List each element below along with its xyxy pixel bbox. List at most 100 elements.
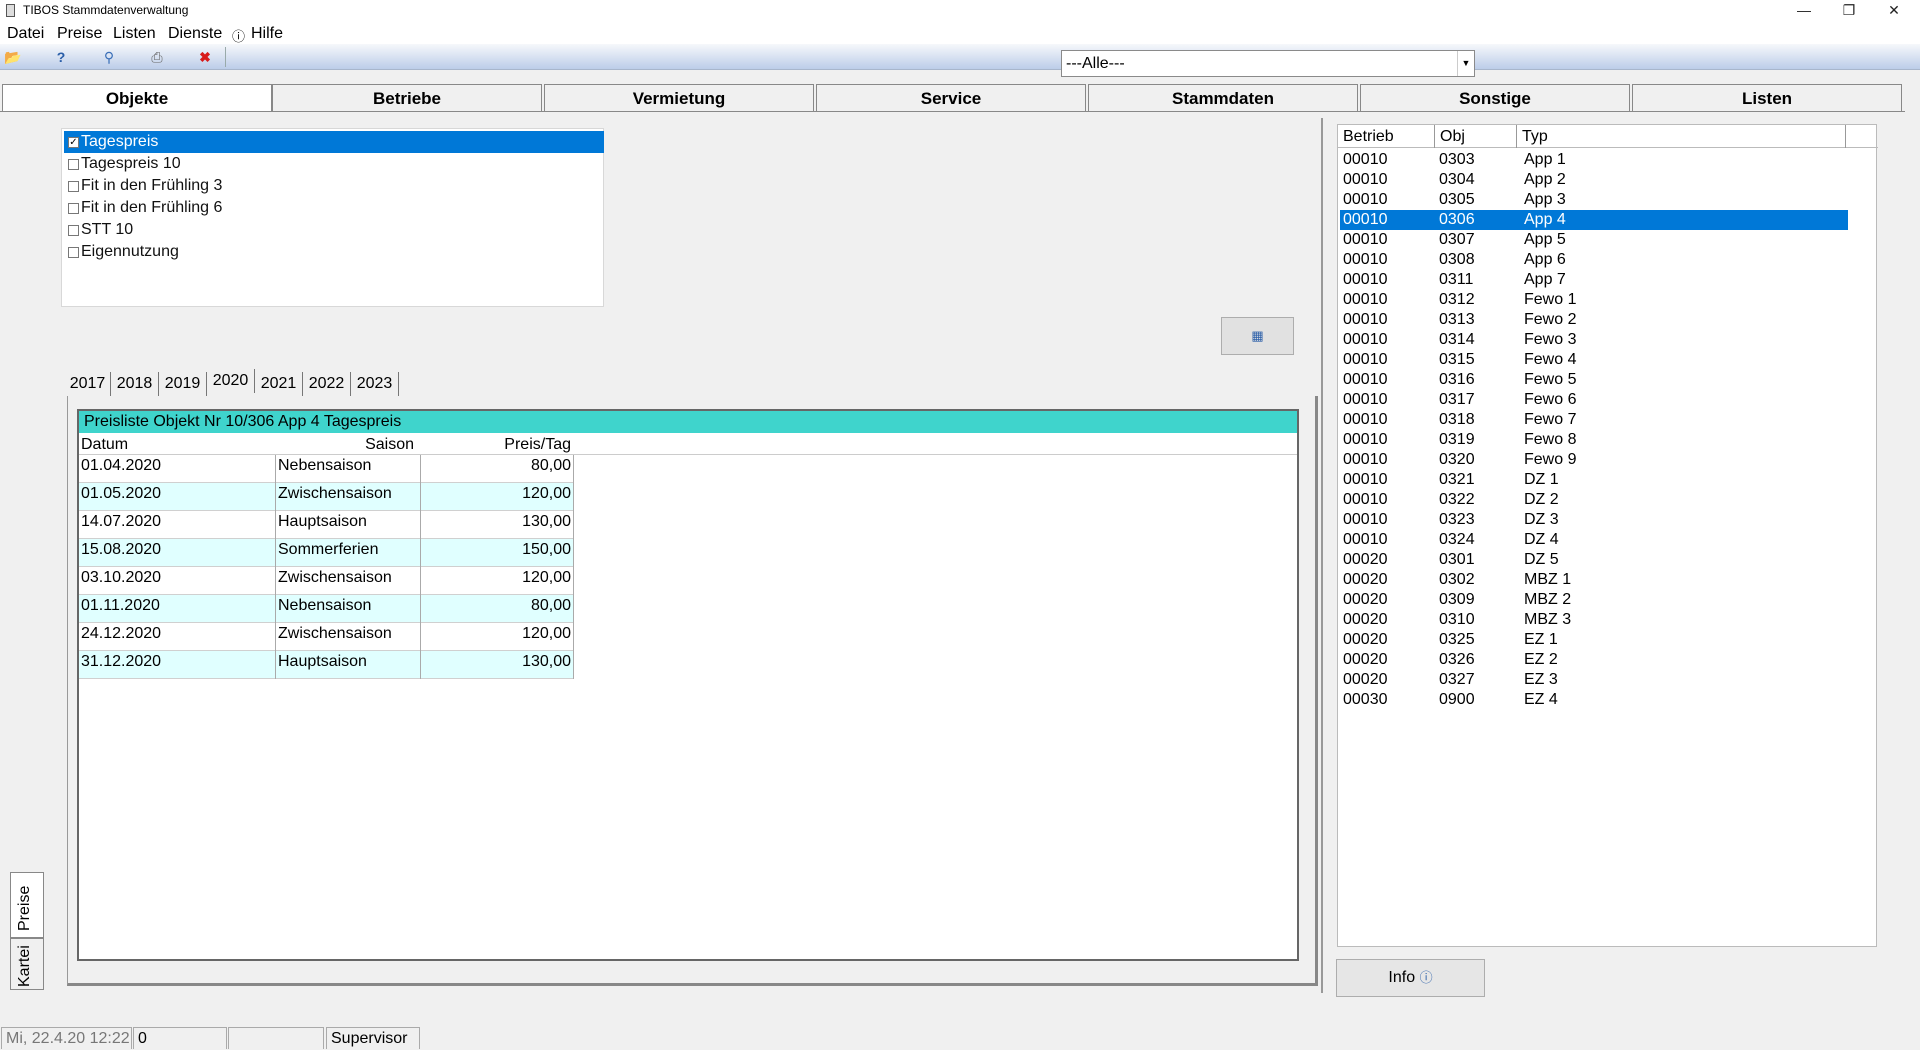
tab-betriebe[interactable]: Betriebe <box>272 84 542 112</box>
year-tab-2020[interactable]: 2020 <box>207 369 255 393</box>
checkbox[interactable] <box>68 159 79 170</box>
checkbox[interactable] <box>68 203 79 214</box>
object-list-row[interactable]: 00020 0327 EZ 3 <box>1340 670 1848 690</box>
price-row[interactable]: 14.07.2020 Hauptsaison 130,00 <box>79 511 574 539</box>
column-header-datum[interactable]: Datum <box>81 436 128 454</box>
status-user: Supervisor <box>326 1027 420 1049</box>
help-icon[interactable]: ? <box>51 48 71 66</box>
object-cell-typ: App 2 <box>1524 171 1566 188</box>
chevron-down-icon[interactable]: ▼ <box>1457 51 1474 76</box>
year-tab-2018[interactable]: 2018 <box>111 372 159 396</box>
object-list[interactable]: Betrieb Obj Typ 00010 0303 App 1 00010 0304 A… <box>1337 124 1878 947</box>
object-list-row[interactable]: 00010 0303 App 1 <box>1340 150 1848 170</box>
object-list-row[interactable]: 00010 0323 DZ 3 <box>1340 510 1848 530</box>
object-list-row[interactable]: 00020 0310 MBZ 3 <box>1340 610 1848 630</box>
side-tab-preise[interactable]: Preise <box>10 872 44 938</box>
object-list-row[interactable]: 00010 0321 DZ 1 <box>1340 470 1848 490</box>
search-icon[interactable]: ⚲ <box>99 48 119 66</box>
object-list-row[interactable]: 00010 0320 Fewo 9 <box>1340 450 1848 470</box>
object-list-row[interactable]: 00010 0312 Fewo 1 <box>1340 290 1848 310</box>
price-type-item[interactable]: ✓ Tagespreis <box>64 131 604 153</box>
year-tab-2023[interactable]: 2023 <box>351 372 399 396</box>
object-list-row[interactable]: 00010 0314 Fewo 3 <box>1340 330 1848 350</box>
close-button[interactable]: ✕ <box>1871 0 1917 22</box>
price-type-checklist[interactable]: ✓ Tagespreis Tagespreis 10 Fit in den Fr… <box>61 128 604 307</box>
object-list-row[interactable]: 00010 0313 Fewo 2 <box>1340 310 1848 330</box>
minimize-button[interactable]: — <box>1781 0 1827 22</box>
menu-hilfe[interactable]: Hilfe <box>251 25 283 43</box>
object-list-row[interactable]: 00030 0900 EZ 4 <box>1340 690 1848 710</box>
column-header-typ[interactable]: Typ <box>1517 125 1846 148</box>
object-list-row[interactable]: 00010 0316 Fewo 5 <box>1340 370 1848 390</box>
print-icon[interactable]: ⎙ <box>147 48 167 66</box>
calendar-button[interactable]: ▦ <box>1221 317 1294 355</box>
checkbox[interactable] <box>68 225 79 236</box>
object-list-row[interactable]: 00010 0324 DZ 4 <box>1340 530 1848 550</box>
object-list-row[interactable]: 00020 0302 MBZ 1 <box>1340 570 1848 590</box>
price-list-panel: Preisliste Objekt Nr 10/306 App 4 Tagesp… <box>77 409 1299 961</box>
splitter[interactable] <box>1321 118 1323 993</box>
tab-objekte[interactable]: Objekte <box>2 84 272 112</box>
price-row[interactable]: 15.08.2020 Sommerferien 150,00 <box>79 539 574 567</box>
tab-sonstige[interactable]: Sonstige <box>1360 84 1630 112</box>
object-list-row[interactable]: 00010 0322 DZ 2 <box>1340 490 1848 510</box>
column-header-obj[interactable]: Obj <box>1435 125 1517 148</box>
object-list-row[interactable]: 00010 0305 App 3 <box>1340 190 1848 210</box>
tab-vermietung[interactable]: Vermietung <box>544 84 814 112</box>
column-header-saison[interactable]: Saison <box>276 436 414 454</box>
object-cell-obj: 0306 <box>1439 211 1475 228</box>
object-list-row[interactable]: 00010 0318 Fewo 7 <box>1340 410 1848 430</box>
menu-listen[interactable]: Listen <box>113 25 156 43</box>
object-list-row[interactable]: 00010 0306 App 4 <box>1340 210 1848 230</box>
year-tab-2017[interactable]: 2017 <box>65 372 111 396</box>
price-cell-preis: 130,00 <box>522 513 571 530</box>
checkbox[interactable] <box>68 181 79 192</box>
price-type-item[interactable]: Eigennutzung <box>64 241 604 263</box>
open-folder-icon[interactable]: 📂 <box>3 48 23 66</box>
side-tab-kartei[interactable]: Kartei <box>10 938 44 990</box>
price-row[interactable]: 01.11.2020 Nebensaison 80,00 <box>79 595 574 623</box>
object-list-row[interactable]: 00020 0301 DZ 5 <box>1340 550 1848 570</box>
object-list-row[interactable]: 00010 0308 App 6 <box>1340 250 1848 270</box>
price-row[interactable]: 01.04.2020 Nebensaison 80,00 <box>79 455 574 483</box>
price-row[interactable]: 31.12.2020 Hauptsaison 130,00 <box>79 651 574 679</box>
object-cell-betrieb: 00010 <box>1343 411 1388 428</box>
object-list-row[interactable]: 00020 0309 MBZ 2 <box>1340 590 1848 610</box>
price-row[interactable]: 01.05.2020 Zwischensaison 120,00 <box>79 483 574 511</box>
tab-service[interactable]: Service <box>816 84 1086 112</box>
year-tab-2021[interactable]: 2021 <box>255 372 303 396</box>
object-list-row[interactable]: 00010 0307 App 5 <box>1340 230 1848 250</box>
tab-listen[interactable]: Listen <box>1632 84 1902 112</box>
price-row[interactable]: 24.12.2020 Zwischensaison 120,00 <box>79 623 574 651</box>
object-list-row[interactable]: 00010 0319 Fewo 8 <box>1340 430 1848 450</box>
object-list-row[interactable]: 00010 0304 App 2 <box>1340 170 1848 190</box>
delete-icon[interactable]: ✖ <box>195 48 215 66</box>
year-tab-2019[interactable]: 2019 <box>159 372 207 396</box>
menu-datei[interactable]: Datei <box>7 25 44 43</box>
restore-button[interactable]: ❐ <box>1826 0 1872 22</box>
menu-dienste[interactable]: Dienste <box>168 25 222 43</box>
price-type-item[interactable]: Fit in den Frühling 3 <box>64 175 604 197</box>
checkbox[interactable] <box>68 247 79 258</box>
menu-preise[interactable]: Preise <box>57 25 102 43</box>
object-list-row[interactable]: 00010 0311 App 7 <box>1340 270 1848 290</box>
checkbox-checked[interactable]: ✓ <box>68 137 79 148</box>
tab-stammdaten[interactable]: Stammdaten <box>1088 84 1358 112</box>
price-type-item[interactable]: Tagespreis 10 <box>64 153 604 175</box>
object-list-row[interactable]: 00020 0325 EZ 1 <box>1340 630 1848 650</box>
status-count: 0 <box>133 1027 227 1049</box>
status-datetime: Mi, 22.4.20 12:22 <box>1 1027 132 1049</box>
filter-dropdown[interactable]: ---Alle--- ▼ <box>1061 50 1475 77</box>
column-header-preis[interactable]: Preis/Tag <box>421 436 571 454</box>
object-list-row[interactable]: 00010 0315 Fewo 4 <box>1340 350 1848 370</box>
year-tab-2022[interactable]: 2022 <box>303 372 351 396</box>
calendar-icon: ▦ <box>1251 328 1264 343</box>
info-button[interactable]: Info ⓘ <box>1336 959 1485 997</box>
price-type-item[interactable]: STT 10 <box>64 219 604 241</box>
price-row[interactable]: 03.10.2020 Zwischensaison 120,00 <box>79 567 574 595</box>
object-cell-betrieb: 00030 <box>1343 691 1388 708</box>
column-header-betrieb[interactable]: Betrieb <box>1338 125 1435 148</box>
object-list-row[interactable]: 00010 0317 Fewo 6 <box>1340 390 1848 410</box>
price-type-item[interactable]: Fit in den Frühling 6 <box>64 197 604 219</box>
object-list-row[interactable]: 00020 0326 EZ 2 <box>1340 650 1848 670</box>
